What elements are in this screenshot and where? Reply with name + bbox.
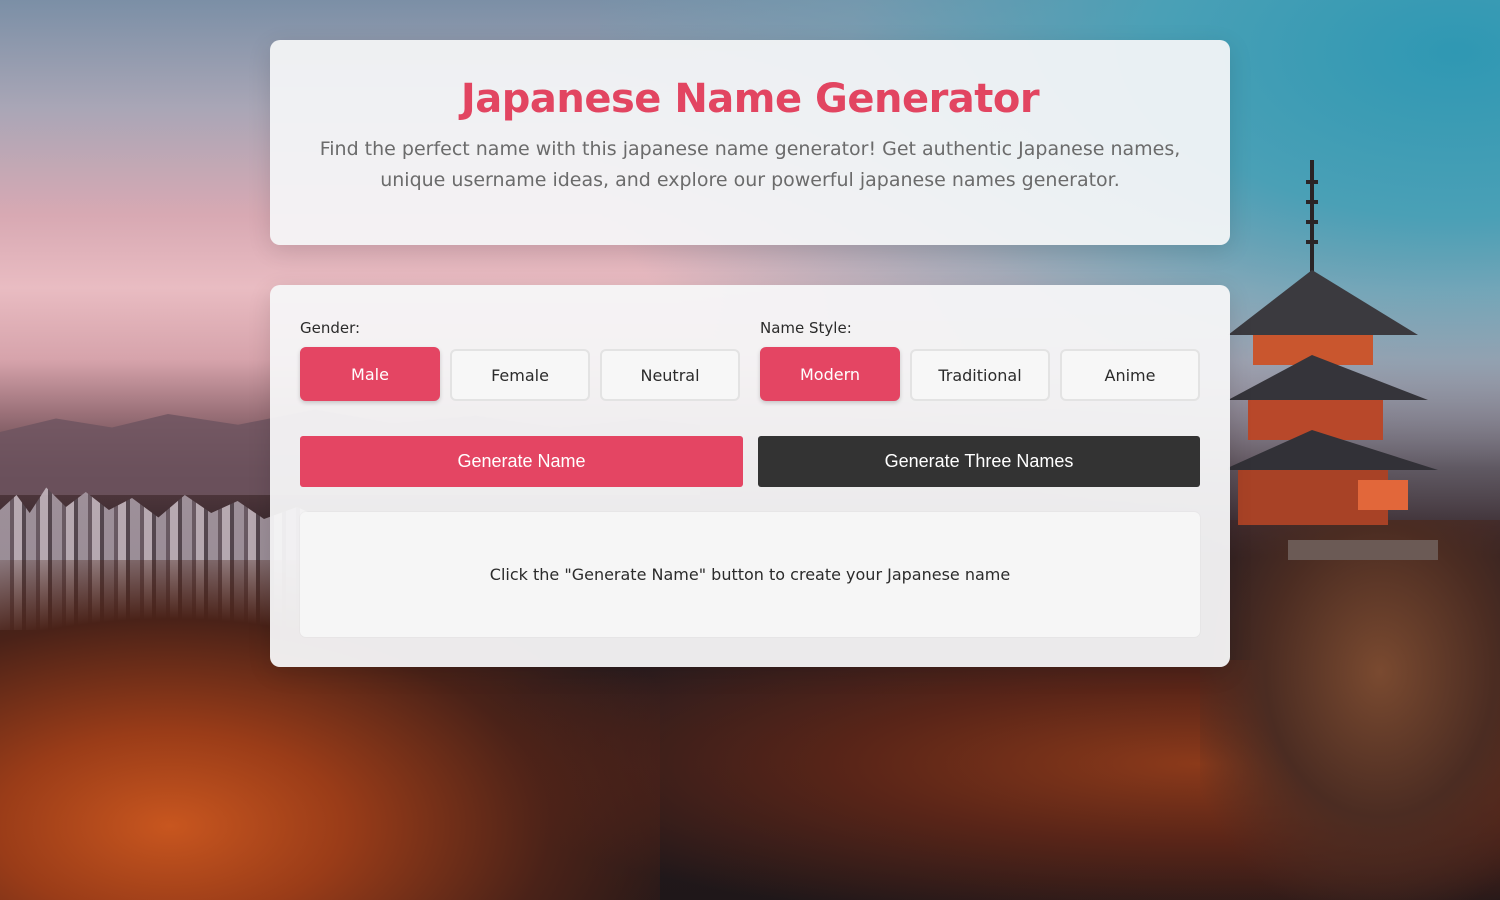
style-option-anime[interactable]: Anime [1060,349,1200,401]
gender-option-female[interactable]: Female [450,349,590,401]
pagoda-image [1228,160,1438,560]
gender-option-male[interactable]: Male [300,347,440,401]
result-panel: Click the "Generate Name" button to crea… [300,512,1200,637]
page-subtitle: Find the perfect name with this japanese… [319,138,1181,191]
generate-three-names-button[interactable]: Generate Three Names [758,436,1200,487]
style-option-traditional[interactable]: Traditional [910,349,1050,401]
generate-name-button[interactable]: Generate Name [300,436,743,487]
name-style-label: Name Style: [760,319,852,337]
header-card: Japanese Name Generator Find the perfect… [270,40,1230,245]
page-title: Japanese Name Generator [460,76,1040,122]
gender-label: Gender: [300,319,361,337]
gender-option-neutral[interactable]: Neutral [600,349,740,401]
style-option-modern[interactable]: Modern [760,347,900,401]
hillside-right [1200,520,1500,900]
generator-card: Gender: Male Female Neutral Name Style: … [270,285,1230,667]
result-placeholder-text: Click the "Generate Name" button to crea… [489,565,1011,584]
